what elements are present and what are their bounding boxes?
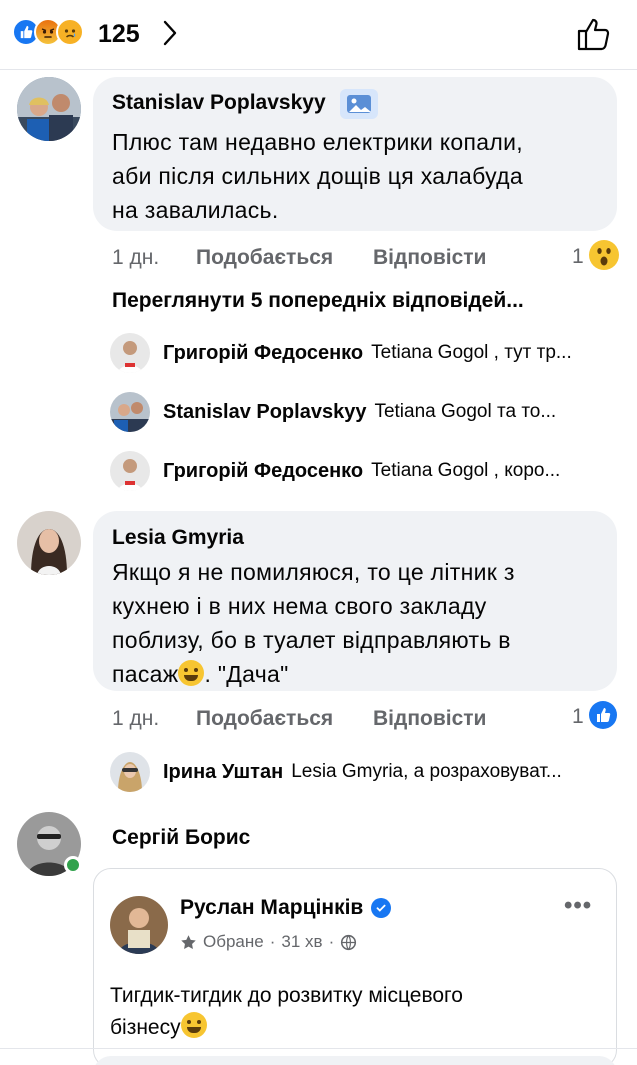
like-button[interactable]: Подобається bbox=[196, 707, 333, 731]
reply-preview[interactable]: Stanislav Poplavskyy Tetiana Gogol та то… bbox=[163, 392, 617, 432]
favorites-label: Обране bbox=[203, 932, 264, 951]
comment-author[interactable]: Lesia Gmyria bbox=[112, 526, 244, 550]
comment-reaction-count[interactable]: 1 bbox=[572, 245, 584, 269]
verified-badge-icon bbox=[371, 898, 392, 918]
reply-author[interactable]: Григорій Федосенко bbox=[163, 460, 363, 483]
view-previous-replies-link[interactable]: Переглянути 5 попередніх відповідей... bbox=[112, 289, 524, 313]
reaction-count: 125 bbox=[98, 20, 140, 48]
shared-post-meta: Обране · 31 хв · bbox=[180, 932, 357, 952]
shared-post-author[interactable]: Руслан Марцінків bbox=[180, 896, 363, 920]
avatar[interactable] bbox=[110, 392, 150, 432]
grinning-sweat-emoji-icon bbox=[178, 660, 205, 686]
reply-snippet: Lesia Gmyria, а розраховуват... bbox=[291, 761, 562, 782]
divider bbox=[0, 1048, 637, 1049]
avatar[interactable] bbox=[17, 511, 81, 575]
like-icon bbox=[589, 701, 617, 729]
avatar[interactable] bbox=[17, 77, 81, 141]
comment-author[interactable]: Stanislav Poplavskyy bbox=[112, 91, 326, 115]
separator-dot-icon: · bbox=[328, 932, 335, 951]
sad-icon bbox=[56, 18, 84, 46]
reply-button[interactable]: Відповісти bbox=[373, 707, 486, 731]
comment-reaction-count[interactable]: 1 bbox=[572, 705, 584, 729]
reply-preview[interactable]: Ірина Уштан Lesia Gmyria, а розраховуват… bbox=[163, 752, 617, 792]
comment-text: Плюс там недавно електрики копали, аби п… bbox=[112, 129, 523, 223]
reply-snippet: Tetiana Gogol , коро... bbox=[371, 460, 561, 481]
reply-author[interactable]: Ірина Уштан bbox=[163, 761, 283, 784]
reply-button[interactable]: Відповісти bbox=[373, 246, 486, 270]
shared-post-text: Тигдик-тигдик до розвитку місцевого бізн… bbox=[110, 984, 463, 1039]
comment-time[interactable]: 1 дн. bbox=[112, 707, 159, 731]
avatar[interactable] bbox=[110, 896, 168, 954]
reaction-icons bbox=[12, 18, 84, 46]
next-comment-bubble bbox=[93, 1056, 617, 1065]
reply-snippet: Tetiana Gogol та то... bbox=[374, 401, 557, 422]
reactions-summary-bar[interactable]: 125 bbox=[0, 0, 637, 70]
post-time[interactable]: 31 хв bbox=[281, 932, 322, 952]
more-options-icon[interactable]: ••• bbox=[564, 892, 592, 920]
reply-snippet: Tetiana Gogol , тут тр... bbox=[371, 342, 572, 363]
grinning-emoji-icon bbox=[180, 1012, 207, 1038]
comment-text: Якщо я не помиляюся, то це літник з кухн… bbox=[112, 559, 515, 687]
star-icon bbox=[181, 934, 196, 949]
chevron-right-icon[interactable] bbox=[160, 18, 180, 48]
reply-author[interactable]: Stanislav Poplavskyy bbox=[163, 401, 366, 424]
avatar[interactable] bbox=[110, 333, 150, 373]
online-status-indicator bbox=[64, 856, 82, 874]
reply-preview[interactable]: Григорій Федосенко Tetiana Gogol , тут т… bbox=[163, 333, 617, 373]
globe-icon bbox=[341, 934, 357, 950]
comment-time[interactable]: 1 дн. bbox=[112, 246, 159, 270]
shared-post-header: Руслан Марцінків bbox=[180, 896, 392, 920]
avatar[interactable] bbox=[110, 752, 150, 792]
reply-preview[interactable]: Григорій Федосенко Tetiana Gogol , коро.… bbox=[163, 451, 617, 491]
wow-icon bbox=[589, 240, 619, 270]
separator-dot-icon: · bbox=[269, 932, 276, 951]
comment-author[interactable]: Сергій Борис bbox=[112, 826, 250, 850]
avatar-frame-badge-icon bbox=[340, 89, 378, 119]
like-thumb-icon[interactable] bbox=[574, 14, 614, 54]
reply-author[interactable]: Григорій Федосенко bbox=[163, 342, 363, 365]
like-button[interactable]: Подобається bbox=[196, 246, 333, 270]
avatar[interactable] bbox=[110, 451, 150, 491]
